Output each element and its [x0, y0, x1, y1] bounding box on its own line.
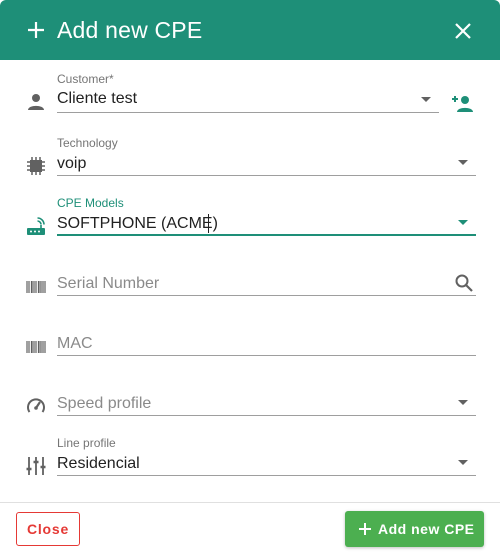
person-icon: [28, 94, 44, 110]
speed-profile-field[interactable]: Speed profile: [0, 365, 500, 425]
mac-underline: [57, 355, 476, 356]
sliders-icon: [26, 457, 46, 475]
speed-profile-input[interactable]: Speed profile: [57, 395, 151, 413]
cpe-models-field[interactable]: CPE Models SOFTPHONE (ACME): [0, 185, 500, 245]
chevron-down-icon[interactable]: [458, 460, 468, 465]
speed-profile-underline: [57, 415, 476, 416]
chevron-down-icon[interactable]: [458, 220, 468, 225]
customer-field[interactable]: Customer* Cliente test: [0, 60, 500, 120]
cpe-models-underline: [57, 234, 476, 236]
customer-value[interactable]: Cliente test: [57, 90, 137, 108]
chevron-down-icon[interactable]: [421, 97, 431, 102]
barcode-icon: [26, 281, 46, 293]
search-icon[interactable]: [454, 273, 474, 293]
customer-underline: [57, 112, 439, 113]
line-profile-underline: [57, 475, 476, 476]
text-cursor: [208, 214, 209, 233]
cpe-models-label: CPE Models: [57, 196, 124, 210]
plus-icon: [28, 22, 44, 38]
technology-underline: [57, 175, 476, 176]
dialog-title: Add new CPE: [57, 17, 203, 43]
line-profile-value[interactable]: Residencial: [57, 455, 140, 473]
line-profile-label: Line profile: [57, 436, 116, 450]
add-cpe-dialog: Add new CPE Customer* Cliente test Techn…: [0, 0, 500, 555]
router-icon: [27, 217, 45, 235]
mac-field[interactable]: MAC: [0, 305, 500, 365]
add-new-cpe-label: Add new CPE: [378, 521, 475, 537]
cpe-models-value[interactable]: SOFTPHONE (ACME): [57, 215, 218, 233]
serial-number-field[interactable]: Serial Number: [0, 245, 500, 305]
close-icon[interactable]: [454, 22, 472, 40]
plus-icon: [359, 523, 371, 535]
dialog-header: Add new CPE: [0, 0, 500, 60]
speedometer-icon: [27, 398, 45, 413]
technology-label: Technology: [57, 136, 118, 150]
line-profile-field[interactable]: Line profile Residencial: [0, 425, 500, 485]
add-new-cpe-button[interactable]: Add new CPE: [345, 511, 484, 547]
customer-label: Customer*: [57, 72, 114, 86]
footer-divider: [0, 502, 500, 503]
close-button[interactable]: Close: [16, 512, 80, 546]
barcode-icon: [26, 341, 46, 353]
technology-value[interactable]: voip: [57, 155, 86, 173]
technology-field[interactable]: Technology voip: [0, 125, 500, 185]
mac-input[interactable]: MAC: [57, 335, 93, 353]
chevron-down-icon[interactable]: [458, 160, 468, 165]
add-person-icon[interactable]: [450, 94, 474, 114]
chip-icon: [27, 157, 45, 175]
serial-number-underline: [57, 295, 476, 296]
chevron-down-icon[interactable]: [458, 400, 468, 405]
serial-number-input[interactable]: Serial Number: [57, 275, 159, 293]
